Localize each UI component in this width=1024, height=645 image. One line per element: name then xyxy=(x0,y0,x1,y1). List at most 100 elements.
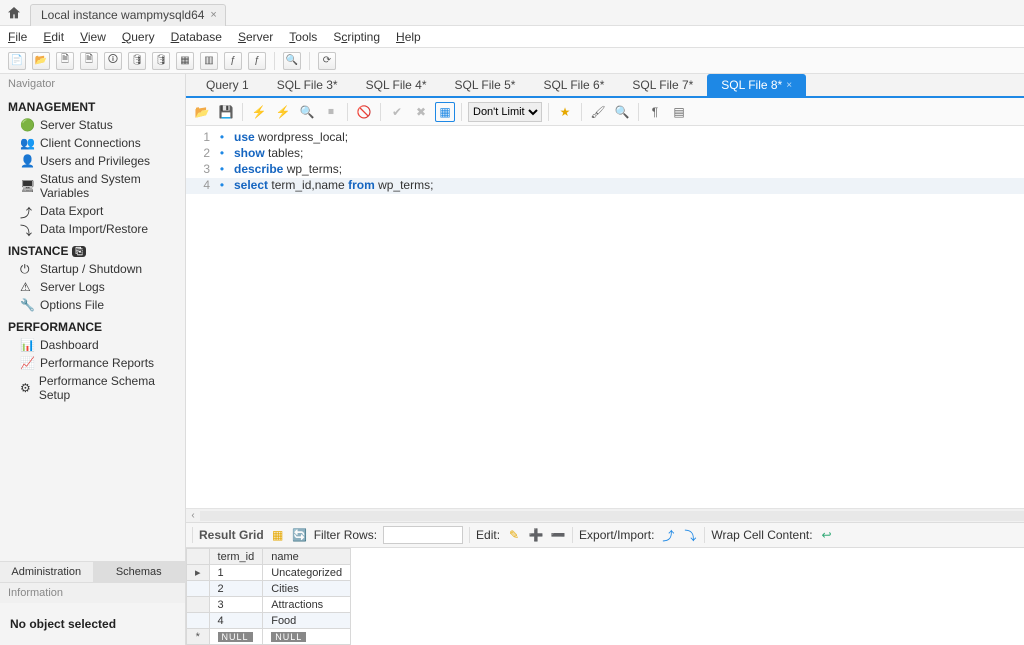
vars-icon: 🖥 xyxy=(20,179,34,193)
sql-tab-file5[interactable]: SQL File 5* xyxy=(441,74,530,96)
explain-icon[interactable]: 🔍 xyxy=(297,102,317,122)
menu-edit[interactable]: Edit xyxy=(43,30,64,44)
navigator-title: Navigator xyxy=(0,74,185,94)
menu-view[interactable]: View xyxy=(80,30,106,44)
new-sql-tab-icon[interactable]: 📄 xyxy=(8,52,26,70)
home-icon[interactable] xyxy=(6,5,22,21)
export-result-icon[interactable]: ⤴ xyxy=(660,527,676,543)
nav-users-privileges[interactable]: 👤Users and Privileges xyxy=(0,152,185,170)
editor-scrollbar[interactable]: ‹ xyxy=(186,508,1024,522)
proc-icon[interactable]: ƒ xyxy=(224,52,242,70)
add-row-icon[interactable]: ➕ xyxy=(528,527,544,543)
inspector-icon[interactable]: 🛈 xyxy=(104,52,122,70)
wrench-icon: 🔧 xyxy=(20,298,34,312)
scroll-left-icon[interactable]: ‹ xyxy=(186,510,200,521)
nav-status-vars[interactable]: 🖥Status and System Variables xyxy=(0,170,185,202)
beautify-icon[interactable]: 🖌 xyxy=(588,102,608,122)
result-grid[interactable]: term_id name ▸1Uncategorized 2Cities 3At… xyxy=(186,548,1024,645)
table-row[interactable]: 2Cities xyxy=(187,581,351,597)
menu-file[interactable]: File xyxy=(8,30,27,44)
edit-label: Edit: xyxy=(476,528,500,542)
menu-help[interactable]: Help xyxy=(396,30,421,44)
grid-view-icon[interactable]: ▦ xyxy=(270,527,286,543)
stop-icon[interactable]: ⏹ xyxy=(321,102,341,122)
nav-data-export[interactable]: ⤴Data Export xyxy=(0,202,185,220)
word-wrap-icon[interactable]: ¶ xyxy=(645,102,665,122)
delete-row-icon[interactable]: ➖ xyxy=(550,527,566,543)
gear-icon: ⚙ xyxy=(20,381,33,395)
sql-tab-file4[interactable]: SQL File 4* xyxy=(352,74,441,96)
table-row-new[interactable]: *NULLNULL xyxy=(187,629,351,645)
execute-icon[interactable]: ⚡ xyxy=(249,102,269,122)
power-icon: ⏻ xyxy=(20,262,34,276)
sql-file-icon[interactable]: 🗎 xyxy=(56,52,74,70)
sql-editor[interactable]: 1•use wordpress_local; 2•show tables; 3•… xyxy=(186,126,1024,376)
menu-server[interactable]: Server xyxy=(238,30,273,44)
toggle-panel-icon[interactable]: ▤ xyxy=(669,102,689,122)
sql-tab-file3[interactable]: SQL File 3* xyxy=(263,74,352,96)
tab-schemas[interactable]: Schemas xyxy=(93,562,186,582)
func-icon[interactable]: ƒ xyxy=(248,52,266,70)
nav-server-status[interactable]: 🟢Server Status xyxy=(0,116,185,134)
performance-header: PERFORMANCE xyxy=(0,314,185,336)
nav-data-import[interactable]: ⤵Data Import/Restore xyxy=(0,220,185,238)
nav-perf-reports[interactable]: 📈Performance Reports xyxy=(0,354,185,372)
row-selector-header[interactable] xyxy=(187,549,210,565)
export-import-label: Export/Import: xyxy=(579,528,654,542)
column-header-term-id[interactable]: term_id xyxy=(209,549,263,565)
nav-perf-schema[interactable]: ⚙Performance Schema Setup xyxy=(0,372,185,404)
table-row[interactable]: 4Food xyxy=(187,613,351,629)
gauge-icon: 📊 xyxy=(20,338,34,352)
logs-icon: ⚠ xyxy=(20,280,34,294)
status-icon: 🟢 xyxy=(20,118,34,132)
table-row[interactable]: ▸1Uncategorized xyxy=(187,565,351,581)
sql-tab-file8[interactable]: SQL File 8*× xyxy=(707,74,806,96)
instance-header: INSTANCE ⎘ xyxy=(0,238,185,260)
wrap-cell-icon[interactable]: ↩ xyxy=(819,527,835,543)
import-icon: ⤵ xyxy=(20,222,34,236)
rollback-icon[interactable]: ✖ xyxy=(411,102,431,122)
column-header-name[interactable]: name xyxy=(263,549,351,565)
commit-icon[interactable]: ✔ xyxy=(387,102,407,122)
information-panel: Information No object selected xyxy=(0,582,185,645)
sql-tab-query1[interactable]: Query 1 xyxy=(192,74,263,96)
connection-tab[interactable]: Local instance wampmysqld64 × xyxy=(30,4,226,26)
filter-rows-input[interactable] xyxy=(383,526,463,544)
nav-dashboard[interactable]: 📊Dashboard xyxy=(0,336,185,354)
table-row[interactable]: 3Attractions xyxy=(187,597,351,613)
find-icon[interactable]: 🔍 xyxy=(612,102,632,122)
reconnect-icon[interactable]: ⟳ xyxy=(318,52,336,70)
table-icon[interactable]: ▦ xyxy=(176,52,194,70)
open-file-icon[interactable]: 📂 xyxy=(192,102,212,122)
tab-administration[interactable]: Administration xyxy=(0,562,93,582)
limit-select[interactable]: Don't Limit xyxy=(468,102,542,122)
nav-client-connections[interactable]: 👥Client Connections xyxy=(0,134,185,152)
search-icon[interactable]: 🔍 xyxy=(283,52,301,70)
nav-options-file[interactable]: 🔧Options File xyxy=(0,296,185,314)
sql-addtab-icon[interactable]: 🗎 xyxy=(80,52,98,70)
connections-icon: 👥 xyxy=(20,136,34,150)
import-result-icon[interactable]: ⤵ xyxy=(682,527,698,543)
db-add-icon[interactable]: 🛢 xyxy=(152,52,170,70)
menu-query[interactable]: Query xyxy=(122,30,155,44)
view-icon[interactable]: ▥ xyxy=(200,52,218,70)
menu-tools[interactable]: Tools xyxy=(289,30,317,44)
close-icon[interactable]: × xyxy=(786,80,792,91)
menu-database[interactable]: Database xyxy=(171,30,222,44)
db-icon[interactable]: 🛢 xyxy=(128,52,146,70)
execute-current-icon[interactable]: ⚡ xyxy=(273,102,293,122)
nav-server-logs[interactable]: ⚠Server Logs xyxy=(0,278,185,296)
menu-scripting[interactable]: Scripting xyxy=(333,30,380,44)
sql-tab-file7[interactable]: SQL File 7* xyxy=(618,74,707,96)
save-icon[interactable]: 💾 xyxy=(216,102,236,122)
open-sql-icon[interactable]: 📂 xyxy=(32,52,50,70)
autocommit-toggle-icon[interactable]: ▦ xyxy=(435,102,455,122)
no-limit-toggle-icon[interactable]: 🚫 xyxy=(354,102,374,122)
wrap-label: Wrap Cell Content: xyxy=(711,528,812,542)
favorite-icon[interactable]: ★ xyxy=(555,102,575,122)
close-icon[interactable]: × xyxy=(210,9,216,21)
sql-tab-file6[interactable]: SQL File 6* xyxy=(529,74,618,96)
edit-row-icon[interactable]: ✎ xyxy=(506,527,522,543)
refresh-icon[interactable]: 🔄 xyxy=(292,527,308,543)
nav-startup-shutdown[interactable]: ⏻Startup / Shutdown xyxy=(0,260,185,278)
